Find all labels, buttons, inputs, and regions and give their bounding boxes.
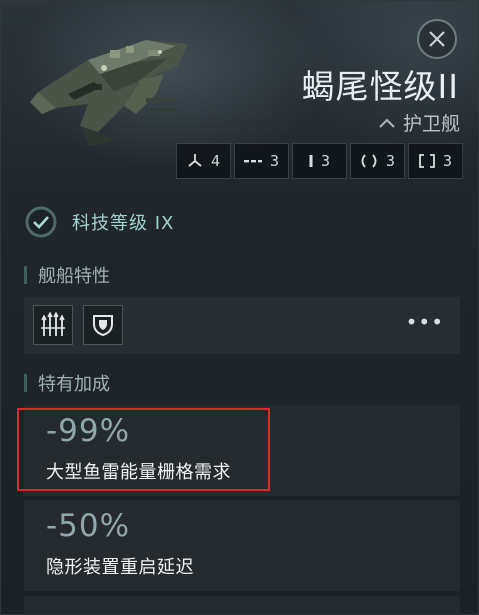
ship-name: 蝎尾怪级II	[301, 67, 459, 106]
ship-image	[30, 40, 188, 146]
close-icon	[429, 31, 445, 47]
bonus-description: 大型鱼雷能量栅格需求	[46, 462, 231, 483]
tech-level-label: 科技等级 IX	[72, 213, 175, 234]
bonus-section-header: 特有加成	[24, 370, 110, 396]
close-button[interactable]	[417, 19, 457, 59]
high-slot-icon	[309, 155, 313, 167]
launcher-hardpoint-icon	[243, 160, 262, 163]
slot-layout: 4 3 3 3 3	[176, 143, 463, 179]
section-accent-bar	[24, 266, 27, 284]
turret-hardpoint-icon	[188, 154, 202, 167]
high-slot-value: 3	[320, 152, 331, 170]
bonus-value: -50%	[46, 508, 131, 544]
bonus-section-title: 特有加成	[38, 374, 110, 395]
high-slot-count: 3	[292, 143, 347, 179]
traits-row: •••	[24, 297, 460, 354]
launcher-slot-count: 3	[234, 143, 289, 179]
next-bonus-item-partial	[24, 596, 460, 615]
mid-slot-count: 3	[350, 143, 405, 179]
bonus-item: -99% 大型鱼雷能量栅格需求	[24, 405, 460, 496]
shield-icon	[93, 315, 113, 337]
tech-level: 科技等级 IX	[24, 205, 174, 239]
trait-shield[interactable]	[83, 305, 123, 345]
mid-slot-value: 3	[385, 152, 396, 170]
more-options-button[interactable]: •••	[406, 310, 444, 334]
bonus-item: -50% 隐形装置重启延迟	[24, 500, 460, 591]
turret-slot-count: 4	[176, 143, 231, 179]
ship-class: 护卫舰	[379, 109, 460, 136]
section-accent-bar	[24, 374, 27, 392]
traits-section-header: 舰船特性	[24, 262, 110, 288]
turret-count: 4	[210, 152, 221, 170]
low-slot-value: 3	[442, 152, 453, 170]
chevron-up-icon	[379, 118, 395, 128]
mid-slot-icon	[361, 154, 377, 168]
missile-launchers-icon	[41, 312, 65, 336]
bonus-description: 隐形装置重启延迟	[46, 557, 194, 578]
low-slot-count: 3	[408, 143, 463, 179]
low-slot-icon	[419, 154, 435, 168]
launcher-count: 3	[269, 152, 280, 170]
ship-class-label: 护卫舰	[402, 113, 460, 135]
check-circle-icon	[25, 206, 57, 238]
trait-missile-launchers[interactable]	[33, 305, 73, 345]
traits-section-title: 舰船特性	[38, 266, 110, 287]
bonus-value: -99%	[46, 413, 131, 449]
